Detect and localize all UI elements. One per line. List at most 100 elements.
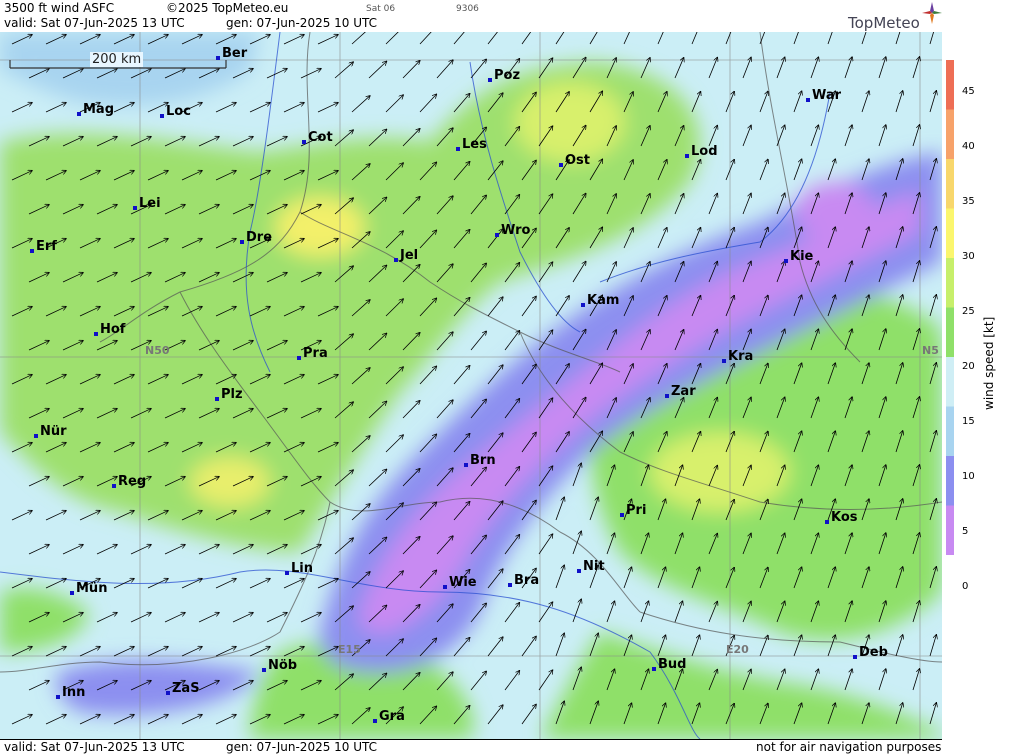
city-marker	[665, 394, 669, 398]
city-marker	[508, 583, 512, 587]
scale-bar-label: 200 km	[90, 52, 144, 67]
city-label: Deb	[859, 645, 888, 660]
city-label: Bud	[658, 657, 687, 672]
city-label: Lod	[691, 144, 718, 159]
colorbar: 45 40 35 30 25 20 15 10 5 0 wind speed [kt]	[942, 0, 1033, 754]
city-marker	[394, 258, 398, 262]
grid-label-n50: N50	[145, 344, 170, 357]
city-label: Lin	[291, 561, 313, 576]
city-marker	[853, 655, 857, 659]
colorbar-segment	[946, 406, 954, 457]
city-label: Poz	[494, 68, 521, 83]
city-label: Plz	[221, 387, 243, 402]
city-label: Ost	[565, 153, 591, 168]
city-marker	[581, 303, 585, 307]
colorbar-segment	[946, 505, 954, 555]
city-label: Les	[462, 137, 487, 152]
colorbar-tick-label: 10	[962, 471, 975, 482]
city-label: Reg	[118, 474, 147, 489]
colorbar-tick-label: 20	[962, 361, 975, 372]
city-marker	[297, 356, 301, 360]
slot-label: Sat 06	[366, 4, 396, 14]
colorbar-segment	[946, 258, 954, 308]
city-marker	[133, 206, 137, 210]
colorbar-tick-label: 45	[962, 86, 975, 97]
city-label: Kie	[790, 249, 814, 264]
city-marker	[577, 569, 581, 573]
city-marker	[464, 463, 468, 467]
colorbar-segment	[946, 357, 954, 407]
grid-label-e15: E15	[338, 643, 361, 656]
city-label: Loc	[166, 104, 191, 119]
city-marker	[77, 112, 81, 116]
city-marker	[302, 140, 306, 144]
city-label: Erf	[36, 239, 57, 254]
footer-gen-time: gen: 07-Jun-2025 10 UTC	[226, 740, 378, 754]
footer-notice: not for air navigation purposes	[756, 740, 942, 754]
city-marker	[488, 78, 492, 82]
city-label: Hof	[100, 322, 126, 337]
city-marker	[825, 520, 829, 524]
city-label: Kam	[587, 293, 620, 308]
city-marker	[216, 56, 220, 60]
city-marker	[215, 397, 219, 401]
gen-time: gen: 07-Jun-2025 10 UTC	[226, 16, 378, 30]
colorbar-tick-label: 30	[962, 251, 975, 262]
city-label: Nit	[583, 559, 605, 574]
city-label: ZaS	[172, 681, 200, 696]
city-label: Pri	[626, 503, 647, 518]
city-marker	[166, 691, 170, 695]
city-label: Kra	[728, 349, 754, 364]
valid-time: valid: Sat 07-Jun-2025 13 UTC	[4, 16, 185, 30]
chart-title: 3500 ft wind ASFC	[4, 1, 115, 15]
city-marker	[456, 147, 460, 151]
colorbar-segment	[946, 208, 954, 259]
city-marker	[559, 163, 563, 167]
city-label: Inn	[62, 685, 86, 700]
city-label: Brn	[470, 453, 496, 468]
city-label: Bra	[514, 573, 540, 588]
city-label: Zar	[671, 384, 696, 399]
city-marker	[112, 484, 116, 488]
city-label: Cot	[308, 130, 333, 145]
city-label: Kos	[831, 510, 858, 525]
city-marker	[34, 434, 38, 438]
city-marker	[784, 259, 788, 263]
copyright: ©2025 TopMeteo.eu	[166, 1, 289, 15]
grid-label-n50-right: N5	[922, 344, 939, 357]
colorbar-tick-label: 0	[962, 581, 969, 592]
city-marker	[240, 240, 244, 244]
city-label: Dre	[246, 230, 273, 245]
colorbar-segment	[946, 159, 954, 209]
colorbar-segment	[946, 456, 954, 506]
city-marker	[285, 571, 289, 575]
colorbar-tick-label: 40	[962, 141, 975, 152]
city-label: Wro	[501, 223, 531, 238]
wind-map[interactable]: 200 km N50 N5 E15 E20 Ber Poz Mag Loc War Cot…	[0, 32, 942, 739]
city-marker	[806, 98, 810, 102]
colorbar-segment	[946, 307, 954, 358]
colorbar-tick-label: 5	[962, 526, 969, 537]
brand-logo[interactable]: TopMeteo	[848, 14, 920, 32]
colorbar-tick-label: 15	[962, 416, 975, 427]
city-label: Nöb	[268, 658, 298, 673]
city-label: Wie	[449, 575, 477, 590]
colorbar-title: wind speed [kt]	[982, 316, 996, 410]
city-marker	[56, 695, 60, 699]
colorbar-tick-label: 25	[962, 306, 975, 317]
city-label: Mün	[76, 581, 108, 596]
colorbar-segment	[946, 60, 954, 110]
city-marker	[620, 513, 624, 517]
city-label: Nür	[40, 424, 67, 439]
header: 3500 ft wind ASFC ©2025 TopMeteo.eu Sat …	[0, 0, 942, 32]
colorbar-scale	[946, 60, 954, 555]
city-marker	[722, 359, 726, 363]
city-marker	[262, 668, 266, 672]
city-label: Jel	[400, 248, 419, 263]
grid-label-e20: E20	[726, 643, 749, 656]
city-label: Lei	[139, 196, 161, 211]
city-marker	[373, 719, 377, 723]
city-label: War	[812, 88, 842, 103]
colorbar-tick-label: 35	[962, 196, 975, 207]
city-marker	[495, 233, 499, 237]
